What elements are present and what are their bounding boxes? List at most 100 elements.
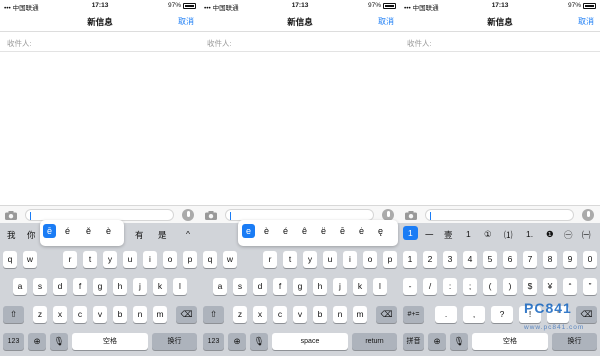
key-c[interactable]: c (273, 306, 287, 323)
key-slash[interactable]: / (423, 278, 437, 295)
camera-icon[interactable] (5, 211, 17, 220)
numbers-key[interactable]: 123 (203, 333, 224, 350)
key-9[interactable]: 9 (563, 251, 577, 268)
key-close-quote[interactable]: ” (583, 278, 597, 295)
camera-icon[interactable] (405, 211, 417, 220)
key-o[interactable]: o (363, 251, 377, 268)
key-period[interactable]: . (435, 306, 457, 323)
dictation-key[interactable]: 🎙 (450, 333, 468, 350)
key-7[interactable]: 7 (523, 251, 537, 268)
key-x[interactable]: x (253, 306, 267, 323)
microphone-icon[interactable] (582, 209, 594, 221)
key-question[interactable]: ? (491, 306, 513, 323)
key-a[interactable]: a (13, 278, 27, 295)
key-p[interactable]: p (183, 251, 197, 268)
key-u[interactable]: u (123, 251, 137, 268)
return-key[interactable]: 换行 (152, 333, 197, 350)
space-key[interactable]: 空格 (72, 333, 148, 350)
key-h[interactable]: h (313, 278, 327, 295)
collapse-candidates-button[interactable]: ^ (186, 229, 190, 239)
key-f[interactable]: f (73, 278, 87, 295)
accent-option[interactable]: ē (340, 226, 345, 236)
key-j[interactable]: j (133, 278, 147, 295)
candidate[interactable]: 有 (135, 229, 144, 241)
key-2[interactable]: 2 (423, 251, 437, 268)
key-open-quote[interactable]: “ (563, 278, 577, 295)
symbols-key[interactable]: #+= (403, 306, 424, 323)
globe-icon[interactable]: ⊕ (28, 333, 46, 350)
numbers-key[interactable]: 123 (3, 333, 24, 350)
candidate[interactable]: 是 (158, 229, 167, 241)
key-s[interactable]: s (33, 278, 47, 295)
globe-icon[interactable]: ⊕ (428, 333, 446, 350)
space-key[interactable]: space (272, 333, 348, 350)
key-g[interactable]: g (293, 278, 307, 295)
key-3[interactable]: 3 (443, 251, 457, 268)
key-h[interactable]: h (113, 278, 127, 295)
candidate[interactable]: ㊀ (564, 229, 573, 241)
key-comma[interactable]: , (463, 306, 485, 323)
key-n[interactable]: n (133, 306, 147, 323)
accent-option[interactable]: é (283, 226, 288, 236)
key-u[interactable]: u (323, 251, 337, 268)
accent-option[interactable]: ę (378, 226, 383, 236)
key-left-paren[interactable]: ( (483, 278, 497, 295)
tone-option[interactable]: è (106, 226, 111, 236)
accent-option[interactable]: ê (302, 226, 307, 236)
key-r[interactable]: r (63, 251, 77, 268)
key-q[interactable]: q (203, 251, 217, 268)
shift-icon[interactable]: ⇧ (3, 306, 24, 323)
key-yen[interactable]: ¥ (543, 278, 557, 295)
key-i[interactable]: i (343, 251, 357, 268)
key-m[interactable]: m (353, 306, 367, 323)
key-i[interactable]: i (143, 251, 157, 268)
key-t[interactable]: t (83, 251, 97, 268)
pinyin-key[interactable]: 拼音 (403, 333, 424, 350)
key-y[interactable]: y (103, 251, 117, 268)
camera-icon[interactable] (205, 211, 217, 220)
key-dollar[interactable]: $ (523, 278, 537, 295)
shift-icon[interactable]: ⇧ (203, 306, 224, 323)
key-o[interactable]: o (163, 251, 177, 268)
key-w[interactable]: w (23, 251, 37, 268)
candidate[interactable]: 你 (27, 229, 36, 241)
key-b[interactable]: b (113, 306, 127, 323)
key-n[interactable]: n (333, 306, 347, 323)
key-w[interactable]: w (223, 251, 237, 268)
tone-option[interactable]: ē (43, 224, 57, 238)
candidate[interactable]: 一 (425, 229, 434, 241)
candidate[interactable]: ❶ (546, 229, 554, 240)
key-m[interactable]: m (153, 306, 167, 323)
globe-icon[interactable]: ⊕ (228, 333, 246, 350)
key-l[interactable]: l (173, 278, 187, 295)
candidate[interactable]: 1 (466, 229, 471, 239)
recipient-field[interactable]: 收件人: (200, 33, 400, 52)
cancel-button[interactable]: 取消 (578, 16, 594, 27)
key-r[interactable]: r (263, 251, 277, 268)
key-0[interactable]: 0 (583, 251, 597, 268)
key-f[interactable]: f (273, 278, 287, 295)
key-right-paren[interactable]: ) (503, 278, 517, 295)
key-t[interactable]: t (283, 251, 297, 268)
key-q[interactable]: q (3, 251, 17, 268)
key-z[interactable]: z (33, 306, 47, 323)
key-x[interactable]: x (53, 306, 67, 323)
candidate[interactable]: 1 (403, 226, 418, 240)
message-input[interactable] (425, 209, 574, 221)
key-s[interactable]: s (233, 278, 247, 295)
recipient-field[interactable]: 收件人: (400, 33, 600, 52)
key-v[interactable]: v (93, 306, 107, 323)
key-semicolon[interactable]: ; (463, 278, 477, 295)
key-k[interactable]: k (153, 278, 167, 295)
key-1[interactable]: 1 (403, 251, 417, 268)
key-minus[interactable]: - (403, 278, 417, 295)
key-z[interactable]: z (233, 306, 247, 323)
key-d[interactable]: d (253, 278, 267, 295)
key-k[interactable]: k (353, 278, 367, 295)
accent-option[interactable]: è (264, 226, 269, 236)
key-a[interactable]: a (213, 278, 227, 295)
candidate[interactable]: 我 (7, 229, 16, 241)
backspace-icon[interactable]: ⌫ (376, 306, 397, 323)
accent-option[interactable]: ë (321, 226, 326, 236)
key-d[interactable]: d (53, 278, 67, 295)
